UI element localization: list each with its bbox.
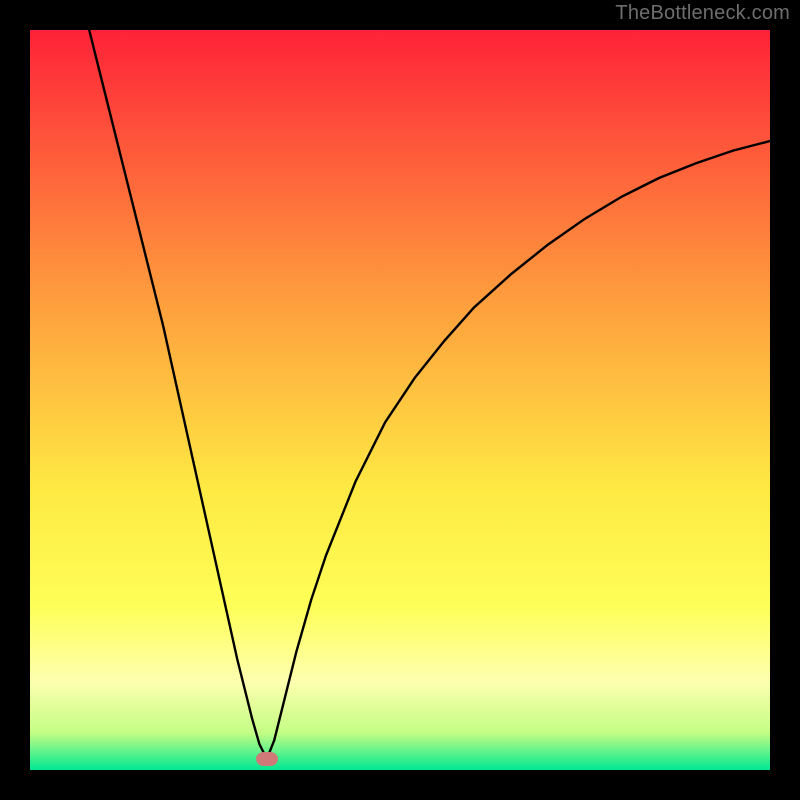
chart-frame: TheBottleneck.com [0, 0, 800, 800]
plot-area [30, 30, 770, 770]
optimal-point-marker [256, 752, 278, 766]
bottleneck-curve [30, 30, 770, 770]
attribution-text: TheBottleneck.com [615, 2, 790, 25]
